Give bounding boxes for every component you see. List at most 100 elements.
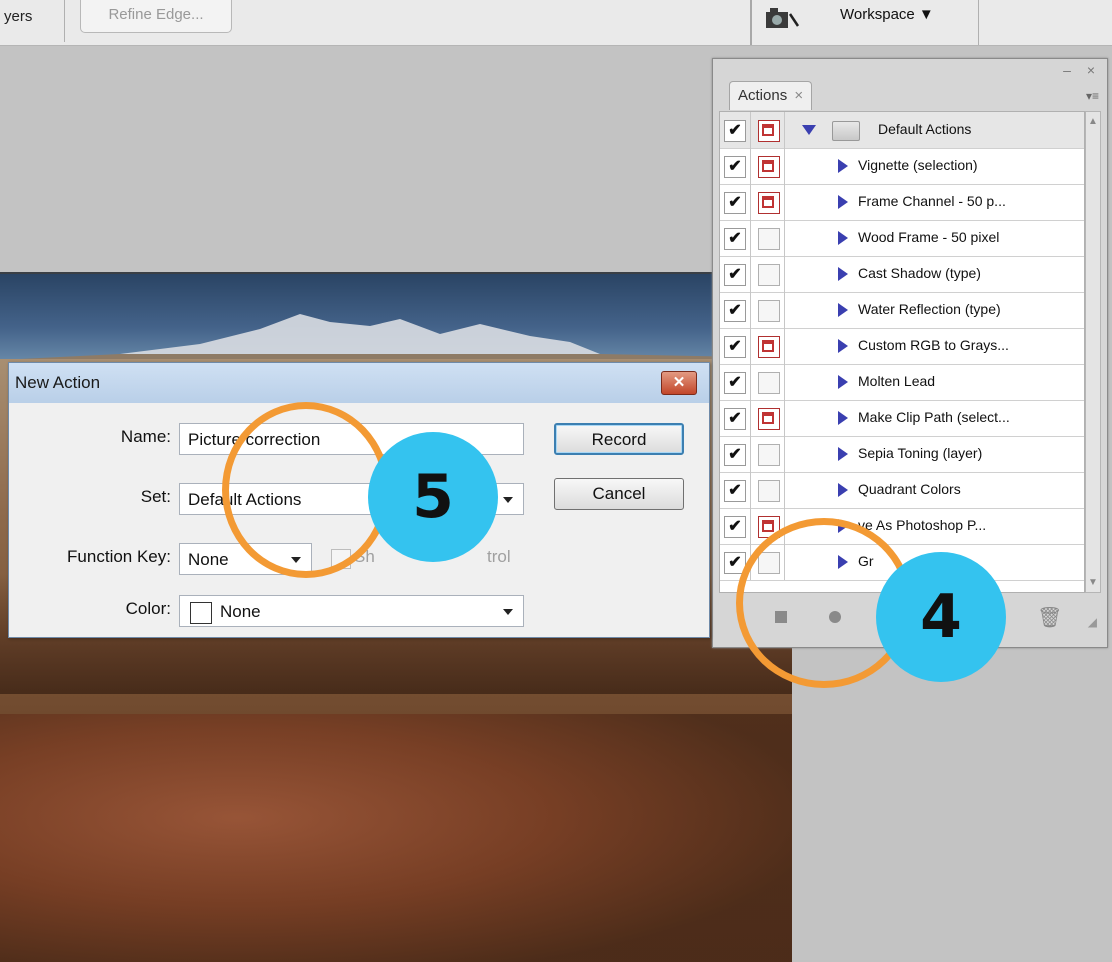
action-row[interactable]: ✔ Molten Lead [720,364,1084,401]
expand-triangle-icon[interactable] [838,339,848,353]
divider [750,292,751,328]
action-label: Custom RGB to Grays... [858,337,1009,353]
panel-menu-icon[interactable]: ▾≡ [1086,89,1099,103]
options-bar: yers Refine Edge... Workspace ▼ [0,0,1112,46]
divider [750,400,751,436]
divider [750,256,751,292]
action-label: Make Clip Path (select... [858,409,1010,425]
dialog-toggle[interactable] [758,300,780,322]
expand-triangle-icon[interactable] [838,375,848,389]
expand-triangle-icon[interactable] [838,483,848,497]
divider [750,112,751,148]
panel-window-controls[interactable]: – × [1063,62,1101,78]
dialog-toggle[interactable] [758,480,780,502]
divider [750,508,751,544]
step-badge-4: 4 [876,552,1006,682]
dialog-toggle[interactable] [758,156,780,178]
action-row[interactable]: ✔ Custom RGB to Grays... [720,328,1084,365]
divider [784,292,785,328]
resize-grip-icon[interactable]: ◢ [1088,615,1097,629]
divider [784,148,785,184]
scroll-up-icon[interactable]: ▲ [1088,116,1098,127]
action-row[interactable]: ✔ Water Reflection (type) [720,292,1084,329]
tab-actions-label: Actions [738,87,788,104]
action-row[interactable]: ✔ Quadrant Colors [720,472,1084,509]
folder-icon [832,121,860,141]
action-row[interactable]: ✔ Sepia Toning (layer) [720,436,1084,473]
divider [64,0,65,42]
color-select[interactable]: None [179,595,524,627]
close-icon[interactable]: × [794,87,803,104]
divider [784,184,785,220]
actions-list: ✔ Default Actions ✔ Vignette (selection) ✔… [719,111,1085,593]
divider [784,472,785,508]
scroll-down-icon[interactable]: ▼ [1088,577,1098,588]
function-key-label: Function Key: [67,547,171,566]
divider [978,0,979,45]
action-label: Wood Frame - 50 pixel [858,229,1000,245]
dialog-toggle[interactable] [758,444,780,466]
action-row[interactable]: ✔ Frame Channel - 50 p... [720,184,1084,221]
divider [750,472,751,508]
trash-icon[interactable]: 🗑 [1037,605,1062,630]
action-label: Frame Channel - 50 p... [858,193,1006,209]
action-label: ve As Photoshop P... [858,517,987,533]
divider [784,436,785,472]
dialog-titlebar[interactable]: New Action ✕ [9,363,709,403]
action-label: Quadrant Colors [858,481,961,497]
highlight-ring-step5 [222,402,390,578]
toggle-checkbox[interactable]: ✔ [724,480,746,502]
cancel-button[interactable]: Cancel [554,478,684,510]
name-label: Name: [120,427,171,446]
toggle-checkbox[interactable]: ✔ [724,336,746,358]
action-row[interactable]: ✔ Make Clip Path (select... [720,400,1084,437]
action-row[interactable]: ✔ Wood Frame - 50 pixel [720,220,1084,257]
dialog-title: New Action [15,373,101,392]
action-set-row[interactable]: ✔ Default Actions [720,112,1084,149]
divider [784,112,785,148]
dialog-toggle[interactable] [758,372,780,394]
action-label: Water Reflection (type) [858,301,1001,317]
actions-scrollbar[interactable]: ▲ ▼ [1085,111,1101,593]
toggle-checkbox[interactable]: ✔ [724,228,746,250]
expand-triangle-icon[interactable] [838,447,848,461]
refine-edge-button[interactable]: Refine Edge... [80,0,232,33]
camera-icon[interactable] [764,4,800,32]
expand-triangle-icon[interactable] [838,231,848,245]
divider [784,256,785,292]
dialog-toggle[interactable] [758,192,780,214]
dialog-toggle[interactable] [758,408,780,430]
dialog-toggle[interactable] [758,336,780,358]
photo-cliffs [0,714,792,962]
toggle-checkbox[interactable]: ✔ [724,300,746,322]
workspace-menu[interactable]: Workspace ▼ [840,6,934,23]
chevron-down-icon [503,497,513,503]
toggle-checkbox[interactable]: ✔ [724,120,746,142]
dialog-close-button[interactable]: ✕ [661,371,697,395]
expand-triangle-icon[interactable] [802,125,816,135]
toggle-checkbox[interactable]: ✔ [724,156,746,178]
layers-label[interactable]: yers [4,8,32,25]
expand-triangle-icon[interactable] [838,411,848,425]
dialog-toggle[interactable] [758,228,780,250]
record-button[interactable]: Record [554,423,684,455]
toggle-checkbox[interactable]: ✔ [724,264,746,286]
dialog-toggle[interactable] [758,120,780,142]
expand-triangle-icon[interactable] [838,267,848,281]
action-label: Cast Shadow (type) [858,265,981,281]
expand-triangle-icon[interactable] [838,159,848,173]
action-row[interactable]: ✔ Cast Shadow (type) [720,256,1084,293]
dialog-toggle[interactable] [758,264,780,286]
expand-triangle-icon[interactable] [838,195,848,209]
action-label: Sepia Toning (layer) [858,445,983,461]
action-row[interactable]: ✔ Vignette (selection) [720,148,1084,185]
toggle-checkbox[interactable]: ✔ [724,372,746,394]
toggle-checkbox[interactable]: ✔ [724,516,746,538]
expand-triangle-icon[interactable] [838,303,848,317]
snowy-mountains [0,314,792,364]
toggle-checkbox[interactable]: ✔ [724,192,746,214]
toggle-checkbox[interactable]: ✔ [724,408,746,430]
tab-actions[interactable]: Actions × [729,81,813,110]
toggle-checkbox[interactable]: ✔ [724,444,746,466]
divider [784,220,785,256]
